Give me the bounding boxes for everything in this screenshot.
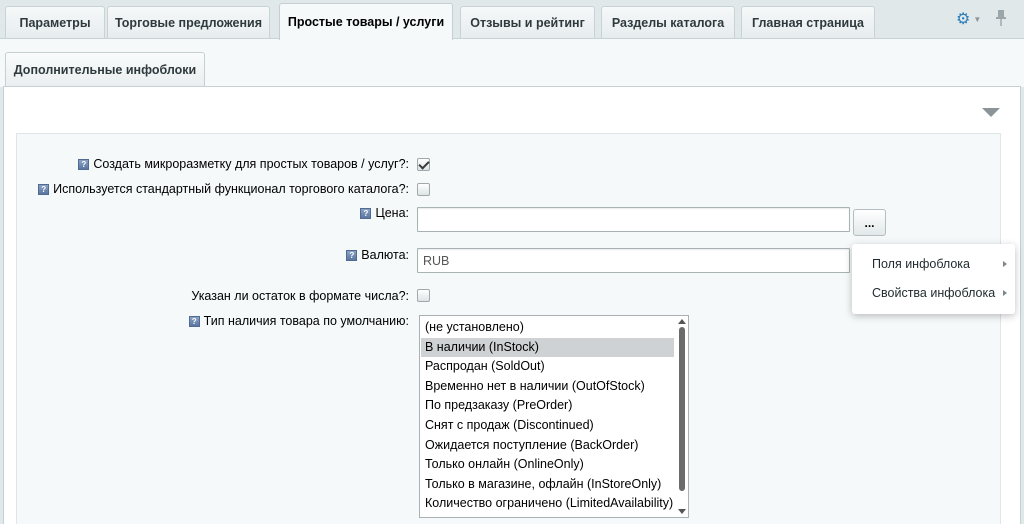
create-markup-label-text: Создать микроразметку для простых товаро… <box>93 157 409 171</box>
price-label: ? Цена: <box>360 206 409 220</box>
list-item-selected[interactable]: В наличии (InStock) <box>421 337 674 358</box>
field-type-menu: Поля инфоблока Свойства инфоблока <box>852 244 1015 314</box>
scroll-up-icon[interactable] <box>678 319 686 324</box>
menu-item-infoblock-properties[interactable]: Свойства инфоблока <box>852 279 1015 307</box>
list-item[interactable]: Только онлайн (OnlineOnly) <box>421 455 674 475</box>
help-icon[interactable]: ? <box>346 249 358 261</box>
create-markup-checkbox[interactable] <box>417 158 430 171</box>
scroll-down-icon[interactable] <box>678 509 686 514</box>
pin-icon[interactable] <box>994 9 1008 29</box>
chevron-down-icon: ▼ <box>973 14 982 24</box>
gear-icon: ⚙ <box>956 11 971 28</box>
price-field-select-button[interactable]: ... <box>853 209 886 236</box>
tab-simple-products[interactable]: Простые товары / услуги <box>279 3 453 40</box>
list-item[interactable]: Распродан (SoldOut) <box>421 357 674 377</box>
tab-bar: Параметры Торговые предложения Простые т… <box>0 0 1024 40</box>
help-icon[interactable]: ? <box>188 315 200 327</box>
list-item[interactable]: Ожидается поступление (BackOrder) <box>421 436 674 456</box>
help-icon[interactable]: ? <box>360 207 372 219</box>
currency-label-text: Валюта: <box>361 248 409 262</box>
standard-catalog-label-text: Используется стандартный функционал торг… <box>53 182 409 196</box>
menu-item-label: Поля инфоблока <box>872 257 970 271</box>
currency-input[interactable] <box>417 248 850 273</box>
list-item[interactable]: Снят с продаж (Discontinued) <box>421 416 674 436</box>
availability-label-text: Тип наличия товара по умолчанию: <box>203 314 409 328</box>
list-item[interactable]: Только в магазине, офлайн (InStoreOnly) <box>421 475 674 495</box>
tab-reviews[interactable]: Отзывы и рейтинг <box>460 6 595 39</box>
subtab-bar: Дополнительные инфоблоки <box>0 39 1024 87</box>
tab-additional-infoblocks[interactable]: Дополнительные инфоблоки <box>5 52 205 87</box>
list-item[interactable]: (не установлено) <box>421 318 674 338</box>
help-icon[interactable]: ? <box>78 158 90 170</box>
settings-button[interactable]: ⚙ ▼ <box>956 10 982 28</box>
tab-main-page[interactable]: Главная страница <box>741 6 875 39</box>
menu-item-infoblock-fields[interactable]: Поля инфоблока <box>852 250 1015 278</box>
tab-catalog-sections[interactable]: Разделы каталога <box>601 6 735 39</box>
currency-label: ? Валюта: <box>346 248 409 262</box>
chevron-right-icon <box>1003 261 1007 267</box>
scrollbar-thumb[interactable] <box>679 327 685 491</box>
create-markup-label: ? Создать микроразметку для простых товар… <box>78 157 409 171</box>
tab-parameters[interactable]: Параметры <box>5 6 105 39</box>
help-icon[interactable]: ? <box>38 183 50 195</box>
stock-numeric-label-text: Указан ли остаток в формате числа?: <box>191 289 409 303</box>
listbox-scrollbar[interactable] <box>676 316 688 517</box>
menu-item-label: Свойства инфоблока <box>872 286 996 300</box>
stock-numeric-checkbox[interactable] <box>417 289 430 302</box>
list-item[interactable]: Количество ограничено (LimitedAvailabili… <box>421 494 674 514</box>
availability-label: ? Тип наличия товара по умолчанию: <box>188 314 409 328</box>
tab-trade-offers[interactable]: Торговые предложения <box>107 6 270 39</box>
standard-catalog-label: ? Используется стандартный функционал тор… <box>38 182 409 196</box>
standard-catalog-checkbox[interactable] <box>417 183 430 196</box>
availability-listbox[interactable]: (не установлено) В наличии (InStock) Рас… <box>419 315 689 518</box>
list-item[interactable]: По предзаказу (PreOrder) <box>421 396 674 416</box>
price-label-text: Цена: <box>375 206 409 220</box>
list-item[interactable]: Временно нет в наличии (OutOfStock) <box>421 377 674 397</box>
price-input[interactable] <box>417 207 850 232</box>
stock-numeric-label: Указан ли остаток в формате числа?: <box>191 289 409 303</box>
chevron-right-icon <box>1003 290 1007 296</box>
collapse-arrow-icon[interactable] <box>982 108 1000 117</box>
